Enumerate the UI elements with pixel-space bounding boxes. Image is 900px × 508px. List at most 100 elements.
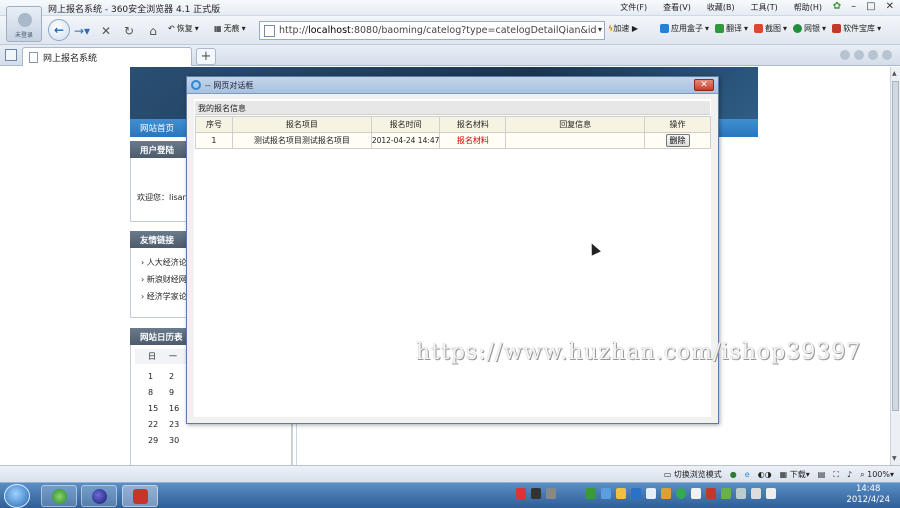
calendar-week-row: 29 30 (131, 432, 291, 448)
forward-button[interactable]: →▾ (71, 21, 93, 41)
speedup-button[interactable]: ϟ加速 ▶ (608, 23, 638, 34)
tab-title: 网上报名系统 (43, 53, 98, 64)
skin-icon[interactable]: ✿ (833, 1, 841, 12)
plugin-translate[interactable]: 翻译 ▾ (715, 23, 748, 34)
avatar-label: 未登录 (14, 32, 33, 39)
download-button[interactable]: ▦ 下载▾ (780, 469, 810, 480)
fullscreen-icon[interactable]: ⛶ (833, 470, 839, 480)
tray-app2-icon[interactable] (661, 488, 671, 499)
stop-button[interactable]: ✕ (96, 21, 116, 41)
tab-page-icon (29, 51, 38, 63)
plugin-app-box[interactable]: 应用盒子 ▾ (660, 23, 709, 34)
back-arrow-icon: ← (53, 23, 65, 37)
zoom-control[interactable]: ⌕ 100%▾ (860, 470, 894, 480)
calendar-day[interactable]: 15 (148, 404, 169, 413)
page-tools-icon[interactable]: ▤ (818, 470, 826, 479)
tray-misc-icon[interactable] (751, 488, 761, 499)
tray-network-icon[interactable] (601, 488, 611, 499)
dialog-close-button[interactable]: ✕ (694, 79, 714, 91)
ie-mode-icon[interactable]: e (745, 470, 750, 479)
tab-list-icon[interactable] (868, 50, 878, 60)
column-header: 操作 (644, 116, 711, 133)
volume-icon[interactable]: ♪ (847, 470, 852, 479)
plugin-screenshot[interactable]: 截图 ▾ (754, 23, 787, 34)
calendar-day[interactable]: 22 (148, 420, 169, 429)
scroll-down-icon[interactable]: ▼ (892, 455, 897, 462)
tray-ime-icon[interactable] (531, 488, 541, 499)
delete-button[interactable]: 删除 (665, 134, 690, 147)
tab-close-icon[interactable] (882, 50, 892, 60)
nav-home-link[interactable]: 网站首页 (140, 122, 174, 134)
watermark-text: https://www.huzhan.com/ishop39397 (416, 340, 862, 365)
column-header: 报名项目 (231, 116, 372, 133)
switch-mode-button[interactable]: ▭ 切换浏览模式 (664, 469, 722, 480)
tray-red-icon[interactable] (706, 488, 716, 499)
taskbar-clock[interactable]: 14:48 2012/4/24 (846, 484, 890, 506)
maximize-icon[interactable]: □ (866, 1, 875, 12)
address-url[interactable]: http://localhost:8080/baoming/catelog?ty… (279, 25, 597, 36)
minimize-icon[interactable]: – (851, 1, 856, 12)
plugin-online-bank[interactable]: 网银 ▾ (793, 23, 826, 34)
restore-icon: ↶ (168, 24, 175, 33)
tray-green-icon[interactable] (721, 488, 731, 499)
tray-shield-icon[interactable] (616, 488, 626, 499)
security-icon[interactable]: ● (730, 470, 737, 479)
tab-active[interactable]: 网上报名系统 (22, 47, 192, 66)
window-title: 网上报名系统 - 360安全浏览器 4.1 正式版 (48, 5, 221, 15)
menu-tools[interactable]: 工具(T) (751, 2, 778, 13)
calendar-day[interactable]: 29 (148, 436, 169, 445)
tray-volume-icon[interactable] (766, 488, 776, 499)
scrollbar-thumb[interactable] (892, 81, 899, 411)
dialog-title-bar[interactable]: -- 网页对话框 ✕ (187, 77, 718, 94)
address-dropdown-icon[interactable]: ▾ (598, 25, 602, 34)
taskbar-eclipse[interactable] (81, 485, 117, 507)
start-button[interactable] (4, 484, 30, 508)
tray-window-icon[interactable] (646, 488, 656, 499)
registration-table: 序号 报名项目 报名时间 报名材料 回复信息 操作 1 测试报名项目测试报名项目… (195, 116, 711, 149)
calendar-day[interactable]: 1 (148, 372, 169, 381)
sidebar-toggle-icon[interactable] (5, 49, 17, 61)
menu-bar: 文件(F) 查看(V) 收藏(B) 工具(T) 帮助(H) (620, 2, 822, 13)
menu-favorites[interactable]: 收藏(B) (707, 2, 735, 13)
toggle-icon[interactable]: ◐◑ (758, 470, 772, 479)
menu-help[interactable]: 帮助(H) (794, 2, 822, 13)
incognito-button[interactable]: ▦ 无痕 ▾ (214, 23, 246, 34)
tray-app-icon[interactable] (546, 488, 556, 499)
status-items: ▭ 切换浏览模式 ● e ◐◑ ▦ 下载▾ ▤ ⛶ ♪ ⌕ 100%▾ (664, 469, 894, 480)
material-link[interactable]: 报名材料 (439, 132, 507, 149)
menu-view[interactable]: 查看(V) (663, 2, 691, 13)
home-button[interactable]: ⌂ (142, 21, 164, 41)
tray-s-icon[interactable] (516, 488, 526, 499)
dialog-content: 我的报名信息 序号 报名项目 报名时间 报名材料 回复信息 操作 1 测试报名项… (194, 99, 711, 417)
taskbar-app[interactable] (122, 485, 158, 507)
page-scrollbar[interactable]: ▲ ▼ (890, 67, 900, 465)
close-icon[interactable]: ✕ (886, 1, 894, 12)
go-icon[interactable]: ▶ (632, 24, 638, 33)
tray-qq-icon[interactable] (691, 488, 701, 499)
system-tray (516, 488, 776, 499)
tray-flag-icon[interactable] (586, 488, 596, 499)
menu-file[interactable]: 文件(F) (620, 2, 647, 13)
browser-toolbar: 未登录 ← →▾ ✕ ↻ ⌂ ↶ 恢复 ▾ ▦ 无痕 ▾ http://localhos… (0, 6, 900, 45)
new-tab-button[interactable]: + (196, 48, 216, 65)
tray-settings-icon[interactable] (736, 488, 746, 499)
tab-left-icon[interactable] (840, 50, 850, 60)
restore-button[interactable]: ↶ 恢复 ▾ (168, 23, 199, 34)
page-icon (264, 24, 275, 37)
scroll-up-icon[interactable]: ▲ (892, 70, 897, 77)
address-bar[interactable]: http://localhost:8080/baoming/catelog?ty… (259, 21, 605, 40)
clock-date: 2012/4/24 (846, 495, 890, 505)
taskbar-browser-360[interactable] (41, 485, 77, 507)
tray-360-icon[interactable] (676, 488, 686, 499)
plugin-software-store[interactable]: 软件宝库 ▾ (832, 23, 881, 34)
refresh-button[interactable]: ↻ (118, 21, 140, 41)
status-bar: ▭ 切换浏览模式 ● e ◐◑ ▦ 下载▾ ▤ ⛶ ♪ ⌕ 100%▾ (0, 465, 900, 482)
software-store-icon (832, 24, 842, 33)
calendar-day[interactable]: 30 (169, 436, 190, 445)
back-button[interactable]: ← (48, 19, 70, 41)
user-avatar[interactable]: 未登录 (6, 6, 42, 42)
calendar-day[interactable]: 8 (148, 388, 169, 397)
tray-security-icon[interactable] (631, 488, 641, 499)
home-icon: ⌂ (149, 24, 157, 38)
tab-right-icon[interactable] (854, 50, 864, 60)
